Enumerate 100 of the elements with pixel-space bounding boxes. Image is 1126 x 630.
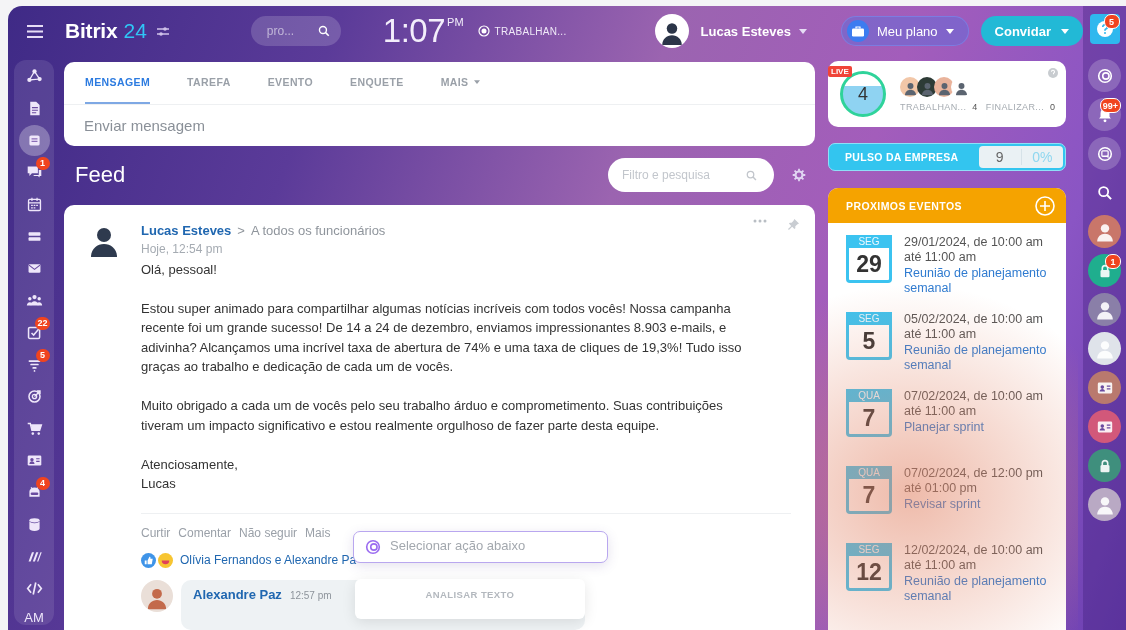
search-icon bbox=[316, 24, 331, 38]
user-avatar[interactable] bbox=[654, 14, 689, 48]
logo-text: Bitrix bbox=[65, 19, 118, 43]
rightbar-item[interactable]: 1 bbox=[1088, 254, 1121, 287]
sidebar-item[interactable]: 4 bbox=[18, 476, 50, 508]
target-icon bbox=[25, 387, 43, 405]
code-icon bbox=[25, 579, 43, 597]
event-start: 12/02/2024, de 10:00 am bbox=[904, 543, 1044, 558]
rightbar-item[interactable]: 99+ bbox=[1088, 98, 1121, 131]
message-input[interactable]: Enviar mensagem bbox=[84, 117, 815, 134]
event-start: 05/02/2024, de 10:00 am bbox=[904, 312, 1044, 327]
caret-icon bbox=[1060, 28, 1069, 34]
feed-title: Feed bbox=[75, 162, 127, 189]
notification-badge: 22 bbox=[35, 316, 50, 330]
post-action-link[interactable]: Não seguir bbox=[239, 524, 298, 544]
event-title-link[interactable]: Reunião de planejamento semanal bbox=[904, 574, 1066, 604]
weekday-label: SEG bbox=[846, 543, 892, 556]
stat-value: 0 bbox=[1050, 101, 1056, 112]
rightbar-item[interactable] bbox=[1088, 410, 1121, 443]
plan-button[interactable]: Meu plano bbox=[840, 16, 969, 46]
like-icon bbox=[141, 552, 156, 568]
user-initials[interactable]: AM bbox=[24, 610, 44, 625]
day-number: 29 bbox=[855, 249, 883, 279]
post-action-link[interactable]: Comentar bbox=[178, 524, 232, 544]
post-text: Olá, pessoal! bbox=[141, 260, 218, 279]
help-button[interactable]: 5 bbox=[1089, 14, 1120, 44]
comment-author-link[interactable]: Alexandre Paz bbox=[193, 585, 282, 605]
sidebar-item[interactable]: 1 bbox=[18, 156, 50, 188]
pulse-percent: 0% bbox=[1020, 149, 1063, 165]
stat-label: TRABALHAN... bbox=[900, 101, 967, 112]
event-title-link[interactable]: Planejar sprint bbox=[904, 420, 1043, 435]
notification-badge: 1 bbox=[1105, 254, 1121, 269]
invite-button[interactable]: Convidar bbox=[980, 16, 1083, 46]
post-text: Estou super animado para compartilhar algumas notícias incríveis com todos vocês! Nossa campanha recente foi um grande sucesso! De 14 a 24 de dezembro, enviamos impressionantes 8.903 e-mails, e adivinha? Alcançamos uma incrível taxa de abertura de 74% e uma taxa de cliques de 19,3%! Tudo isso graças ao trabalho e dedicação de cada um de vocês. bbox=[141, 299, 743, 376]
weekday-label: QUA bbox=[846, 466, 892, 479]
weekday-label: SEG bbox=[846, 312, 892, 325]
rightbar-item[interactable] bbox=[1088, 137, 1121, 170]
company-pulse-bar[interactable]: PULSO DA EMPRESA 9 0% bbox=[828, 143, 1066, 171]
event-end: até 11:00 am bbox=[904, 250, 978, 265]
clock-time: 1:07 bbox=[382, 12, 446, 50]
weekday-label: QUA bbox=[846, 389, 892, 402]
events-title: PROXIMOS EVENTOS bbox=[846, 199, 962, 212]
event-start: 29/01/2024, de 10:00 am bbox=[904, 235, 1044, 250]
rightbar-item[interactable] bbox=[1088, 215, 1121, 248]
post-text: Atenciosamente, bbox=[141, 455, 239, 474]
briefcase-icon bbox=[851, 25, 864, 37]
rightbar-item[interactable] bbox=[1088, 59, 1121, 92]
composer-tab[interactable]: ENQUETE bbox=[350, 62, 404, 104]
post-text: Muito obrigado a cada um de vocês pelo seu trabalho árduo e comprometimento. Suas contribuições tiveram um impacto significativo e estou realmente orgulhoso de fazer parte desta equipe. bbox=[141, 397, 724, 435]
user-name[interactable]: Lucas Esteves bbox=[700, 23, 791, 39]
sidebar-item[interactable]: 22 bbox=[18, 316, 50, 348]
notification-badge: 99+ bbox=[1099, 98, 1121, 113]
laughing-face-icon bbox=[158, 552, 173, 568]
event-title-link[interactable]: Revisar sprint bbox=[904, 497, 1043, 512]
post-time: Hoje, 12:54 pm bbox=[141, 241, 224, 258]
rightbar-item[interactable] bbox=[1088, 371, 1121, 404]
notification-badge: 4 bbox=[35, 476, 50, 490]
notification-badge: 1 bbox=[35, 156, 50, 170]
settings-icon[interactable] bbox=[792, 168, 806, 183]
weekday-label: SEG bbox=[846, 235, 892, 248]
day-number: 5 bbox=[861, 326, 877, 356]
notification-badge: 5 bbox=[1103, 14, 1120, 29]
day-number: 7 bbox=[861, 480, 877, 510]
day-number: 7 bbox=[861, 403, 877, 433]
clock-meridiem: PM bbox=[447, 16, 464, 28]
post-author-link[interactable]: Lucas Esteves bbox=[141, 220, 232, 240]
rightbar-item[interactable] bbox=[1088, 488, 1121, 521]
record-icon bbox=[477, 25, 490, 37]
day-number: 12 bbox=[855, 557, 883, 587]
caret-icon bbox=[945, 28, 954, 34]
menu-icon[interactable] bbox=[27, 24, 43, 38]
live-tag: LIVE bbox=[828, 66, 852, 77]
composer-tab[interactable]: EVENTO bbox=[267, 62, 314, 104]
event-title-link[interactable]: Reunião de planejamento semanal bbox=[904, 266, 1066, 296]
chat-search-icon bbox=[1095, 144, 1114, 163]
post-action-link[interactable]: Curtir bbox=[141, 524, 171, 544]
rightbar-item[interactable] bbox=[1088, 332, 1121, 365]
menu-heading: ANALISAR TEXTO bbox=[425, 588, 515, 602]
composer-tab[interactable]: TAREFA bbox=[187, 62, 231, 104]
event-end: até 11:00 am bbox=[904, 558, 978, 573]
swirl-icon bbox=[1095, 66, 1114, 85]
rightbar-item[interactable] bbox=[1088, 449, 1121, 482]
composer-tab[interactable]: MENSAGEM bbox=[85, 62, 151, 104]
comment-time: 12:57 pm bbox=[289, 589, 332, 603]
post-audience: A todos os funcionários bbox=[250, 221, 386, 240]
event-title-link[interactable]: Reunião de planejamento semanal bbox=[904, 343, 1066, 373]
sidebar-item[interactable]: 5 bbox=[18, 348, 50, 380]
swirl-icon bbox=[364, 537, 382, 556]
rightbar-item[interactable] bbox=[1088, 293, 1121, 326]
event-end: até 11:00 am bbox=[904, 327, 978, 342]
sidebar-item[interactable] bbox=[18, 124, 50, 156]
post-action-link[interactable]: Mais bbox=[305, 524, 331, 544]
work-status-button[interactable]: TRABALHAN... bbox=[477, 25, 567, 37]
separator-chevron: > bbox=[237, 221, 245, 240]
composer-tab[interactable]: MAIS bbox=[440, 62, 481, 104]
search-icon bbox=[745, 168, 758, 182]
post-text: Lucas bbox=[141, 475, 177, 493]
search-field[interactable]: pro... bbox=[250, 16, 341, 46]
event-start: 07/02/2024, de 12:00 pm bbox=[904, 466, 1043, 481]
sliders-icon[interactable] bbox=[156, 25, 169, 37]
